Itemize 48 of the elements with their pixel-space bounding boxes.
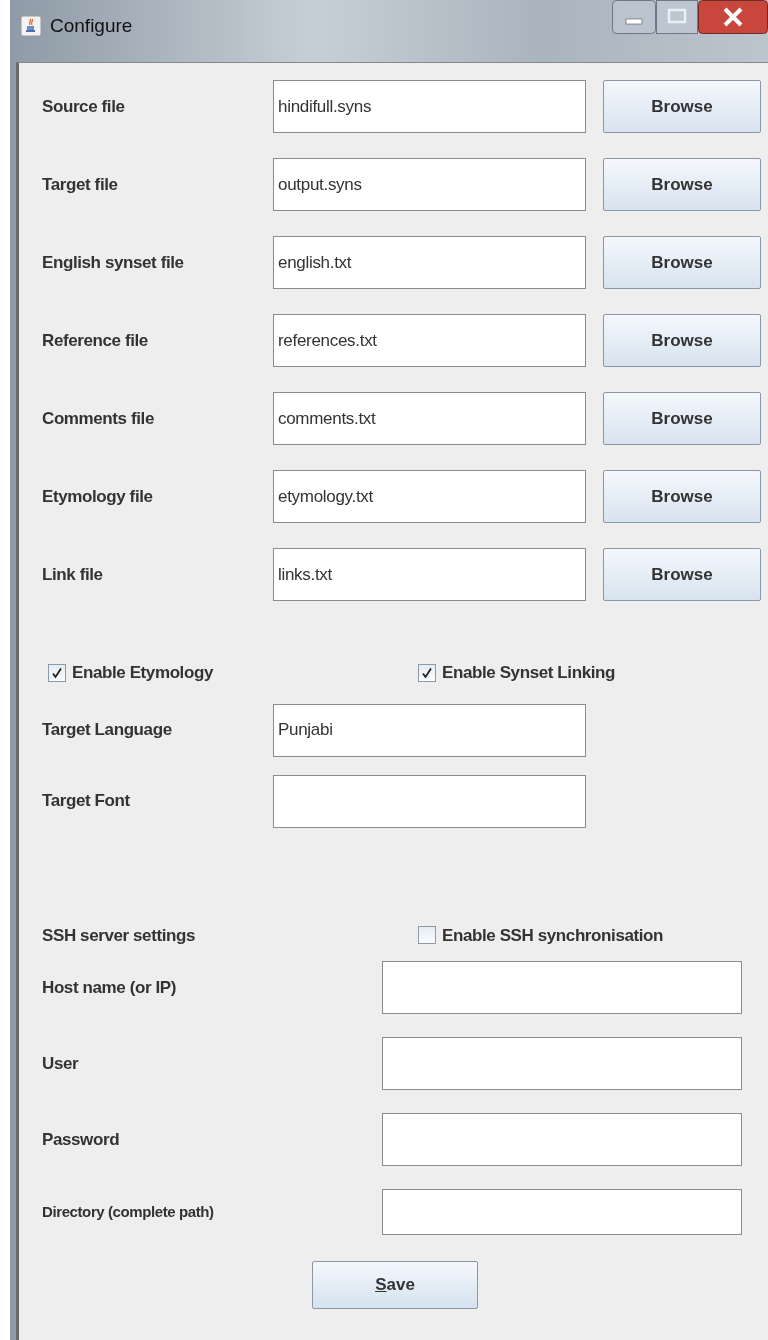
field-label: Link file	[42, 563, 104, 586]
checkbox[interactable]	[418, 926, 436, 945]
java-cup-icon	[20, 15, 42, 37]
text-field[interactable]	[382, 1189, 742, 1235]
field-label: Target Font	[42, 790, 131, 813]
field-label: Source file	[42, 95, 126, 118]
text-field[interactable]: Punjabi	[273, 703, 586, 757]
browse-button[interactable]: Browse	[603, 548, 761, 601]
checkbox-label: Enable Etymology	[72, 662, 213, 684]
checkbox-label: Enable Synset Linking	[442, 662, 615, 684]
text-field[interactable]	[382, 1113, 742, 1166]
field-label: Etymology file	[42, 485, 154, 508]
close-icon[interactable]	[698, 0, 768, 34]
field-label: Directory (complete path)	[42, 1201, 215, 1222]
text-field[interactable]	[273, 774, 586, 828]
text-field[interactable]: links.txt	[273, 548, 586, 601]
field-label: Reference file	[42, 329, 149, 352]
check-icon	[51, 666, 63, 679]
field-label: Host name (or IP)	[42, 976, 177, 999]
text-field[interactable]: hindifull.syns	[273, 80, 586, 133]
text-field[interactable]	[382, 1037, 742, 1090]
browse-button[interactable]: Browse	[603, 236, 761, 289]
window-title: Configure	[50, 13, 133, 38]
text-field[interactable]	[382, 961, 742, 1014]
text-field[interactable]: english.txt	[273, 236, 586, 289]
minimize-icon[interactable]	[612, 0, 656, 34]
checkbox[interactable]	[418, 663, 436, 682]
checkbox-label: Enable SSH synchronisation	[442, 924, 664, 947]
browse-button[interactable]: Browse	[603, 314, 761, 367]
text-field[interactable]: etymology.txt	[273, 470, 586, 523]
field-label: Comments file	[42, 407, 155, 430]
field-label: Target file	[42, 173, 119, 196]
browse-button[interactable]: Browse	[603, 158, 761, 211]
text-field[interactable]: references.txt	[273, 314, 586, 367]
check-icon	[421, 666, 433, 679]
maximize-icon[interactable]	[656, 0, 698, 34]
text-field[interactable]: output.syns	[273, 158, 586, 211]
field-label: English synset file	[42, 251, 185, 274]
browse-button[interactable]: Browse	[603, 392, 761, 445]
save-button[interactable]: Save	[312, 1261, 478, 1309]
field-label: Password	[42, 1128, 121, 1151]
field-label: Target Language	[42, 719, 173, 742]
field-label: User	[42, 1052, 80, 1075]
checkbox[interactable]	[48, 663, 66, 682]
browse-button[interactable]: Browse	[603, 470, 761, 523]
text-field[interactable]: comments.txt	[273, 392, 586, 445]
browse-button[interactable]: Browse	[603, 80, 761, 133]
section-heading: SSH server settings	[42, 924, 197, 947]
